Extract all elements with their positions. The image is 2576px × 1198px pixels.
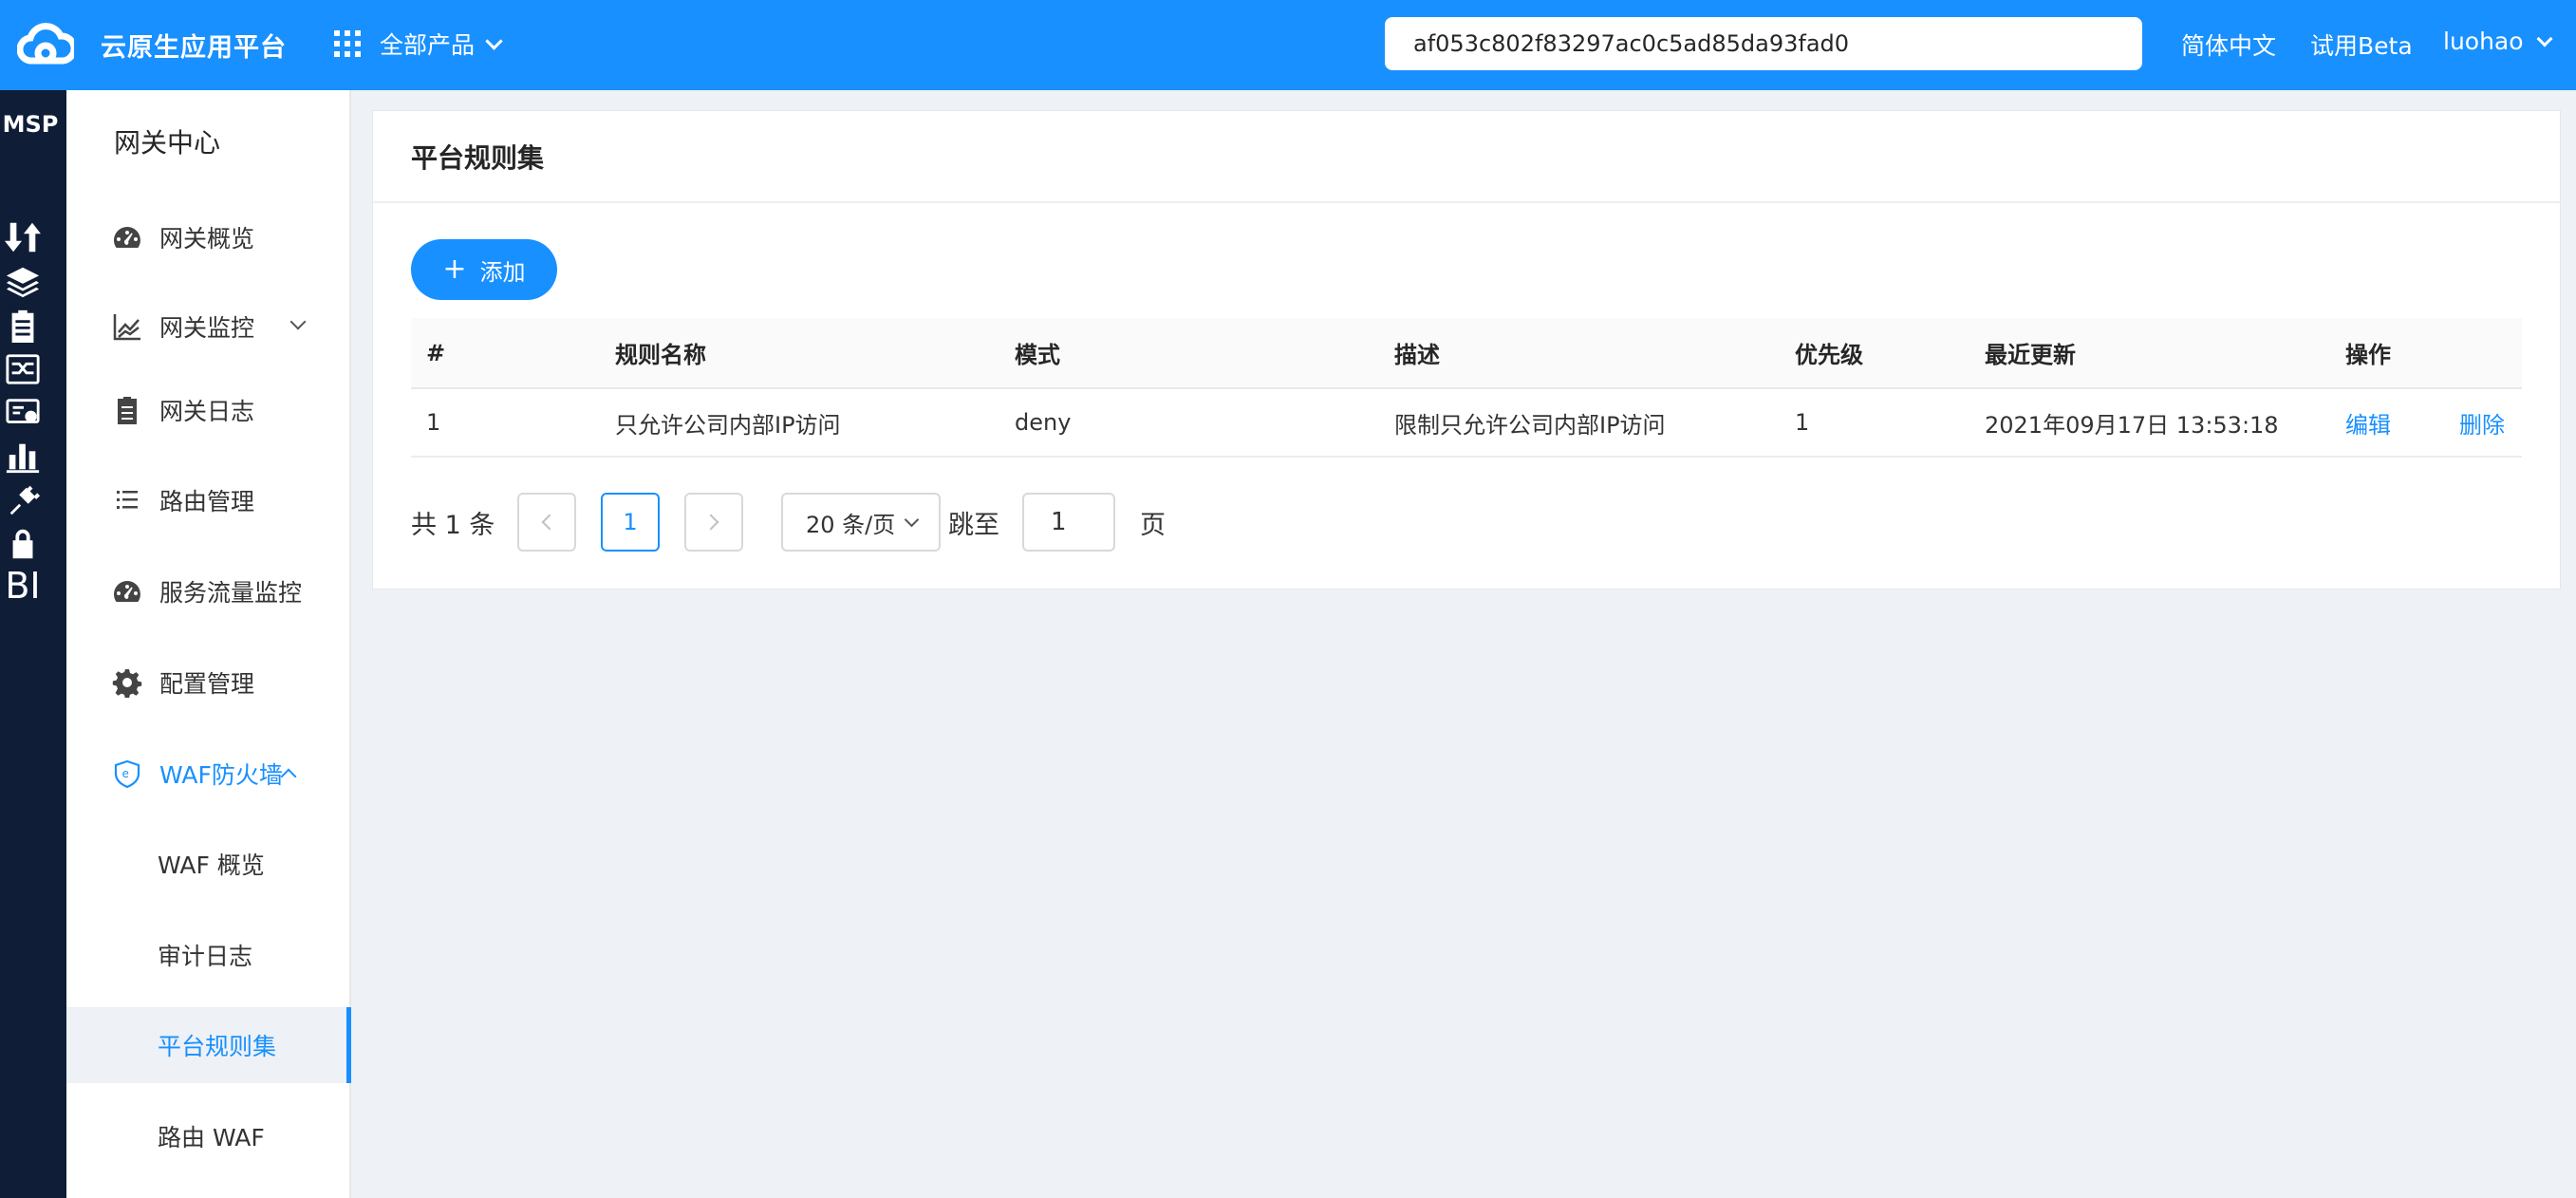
sidebar-item-label: 网关概览	[159, 225, 255, 253]
all-products-menu[interactable]: 全部产品	[334, 27, 503, 61]
jump-label: 跳至	[948, 511, 999, 540]
pagination: 共 1 条 1 20 条/页 跳至 页	[411, 491, 1265, 552]
cloud-logo-icon[interactable]	[16, 21, 78, 68]
sidebar-item-label: 配置管理	[159, 670, 255, 698]
language-switch[interactable]: 简体中文	[2181, 28, 2276, 62]
bar-chart-icon[interactable]	[4, 438, 42, 476]
page-size-select[interactable]: 20 条/页	[781, 493, 941, 552]
column-header-priority: 优先级	[1795, 342, 1863, 368]
dashboard-icon	[110, 220, 144, 254]
line-chart-icon	[110, 309, 144, 344]
gear-icon	[110, 665, 144, 700]
dashboard-icon	[110, 574, 144, 608]
beta-link[interactable]: 试用Beta	[2310, 28, 2413, 62]
page-size-value: 20 条/页	[806, 511, 896, 538]
chevron-up-icon	[280, 768, 297, 785]
jump-page-input[interactable]	[1022, 493, 1115, 552]
pagination-total: 共 1 条	[411, 511, 495, 540]
sidebar-item-label: 路由管理	[159, 488, 255, 515]
rules-card: 平台规则集 + 添加 # 规则名称 模式 描述 优先级 最近更新 操作 1 只允…	[372, 110, 2561, 590]
plus-icon: +	[442, 253, 467, 286]
sidebar-item-gateway-monitor[interactable]: 网关监控	[66, 293, 349, 360]
layers-icon[interactable]	[4, 263, 42, 301]
column-header-name: 规则名称	[615, 342, 706, 368]
add-button-label: 添加	[479, 258, 526, 286]
sidebar-item-service-traffic[interactable]: 服务流量监控	[66, 558, 349, 625]
sidebar-item-label: 网关监控	[159, 314, 255, 342]
rules-table: # 规则名称 模式 描述 优先级 最近更新 操作 1 只允许公司内部IP访问 d…	[411, 318, 2522, 458]
chevron-right-icon	[702, 514, 719, 531]
search-input[interactable]	[1385, 17, 2142, 70]
username: luohao	[2443, 28, 2524, 55]
sidebar-item-gateway-overview[interactable]: 网关概览	[66, 204, 349, 271]
chevron-left-icon	[541, 514, 558, 531]
apps-grid-icon	[334, 30, 361, 57]
app-rail: MSP BI	[0, 90, 66, 1198]
gateway-icon[interactable]	[4, 350, 42, 388]
shield-icon: e	[110, 757, 144, 791]
add-button[interactable]: + 添加	[411, 239, 557, 300]
sidebar-item-label: 服务流量监控	[159, 579, 303, 607]
cell-description: 限制只允许公司内部IP访问	[1394, 411, 1666, 439]
sidebar-item-label: 网关日志	[159, 398, 255, 425]
clipboard-icon[interactable]	[4, 307, 42, 345]
page-unit-label: 页	[1140, 511, 1166, 540]
column-header-description: 描述	[1394, 342, 1440, 368]
sidebar-title: 网关中心	[114, 127, 221, 159]
sidebar: 网关中心 网关概览 网关监控 网关日志 路由管理 服务流量监控 配置管理 e W…	[66, 90, 351, 1198]
chevron-down-icon	[289, 313, 307, 330]
list-icon	[110, 483, 144, 517]
plug-icon[interactable]	[4, 481, 42, 519]
sidebar-item-gateway-logs[interactable]: 网关日志	[66, 377, 349, 443]
delete-link[interactable]: 删除	[2459, 389, 2505, 456]
sidebar-subitem-platform-rules[interactable]: 平台规则集	[66, 1007, 351, 1083]
transfer-icon[interactable]	[4, 218, 42, 256]
sidebar-item-label: WAF防火墙	[159, 761, 283, 789]
log-icon	[110, 393, 144, 427]
chevron-down-icon	[485, 31, 503, 50]
column-header-updated: 最近更新	[1985, 342, 2076, 368]
cell-updated: 2021年09月17日 13:53:18	[1985, 411, 2279, 439]
chevron-down-icon	[2536, 30, 2553, 47]
sidebar-subitem-waf-overview[interactable]: WAF 概览	[66, 831, 349, 897]
page-title: 平台规则集	[373, 111, 2560, 203]
column-header-mode: 模式	[1015, 342, 1060, 368]
lock-icon[interactable]	[4, 525, 42, 563]
msp-logo[interactable]: MSP	[0, 111, 61, 138]
prev-page-button[interactable]	[517, 493, 576, 552]
next-page-button[interactable]	[684, 493, 743, 552]
edit-link[interactable]: 编辑	[2345, 389, 2391, 456]
all-products-label: 全部产品	[380, 31, 476, 59]
sidebar-subitem-route-waf[interactable]: 路由 WAF	[66, 1103, 349, 1170]
sidebar-item-waf[interactable]: e WAF防火墙	[66, 740, 349, 807]
sidebar-subitem-audit-log[interactable]: 审计日志	[66, 922, 349, 988]
sidebar-item-route-management[interactable]: 路由管理	[66, 467, 349, 533]
column-header-actions: 操作	[2345, 342, 2391, 368]
bi-icon[interactable]: BI	[4, 565, 42, 607]
svg-text:e: e	[122, 767, 129, 780]
cell-mode: deny	[1015, 409, 1072, 436]
top-header: 云原生应用平台 全部产品 简体中文 试用Beta luohao	[0, 0, 2576, 90]
sidebar-item-config[interactable]: 配置管理	[66, 649, 349, 716]
chevron-down-icon	[904, 512, 920, 527]
column-header-index: #	[426, 339, 446, 366]
certificate-icon[interactable]	[4, 394, 42, 432]
table-header: # 规则名称 模式 描述 优先级 最近更新 操作	[411, 318, 2522, 389]
cell-name: 只允许公司内部IP访问	[615, 411, 841, 439]
cell-priority: 1	[1795, 409, 1810, 436]
table-row: 1 只允许公司内部IP访问 deny 限制只允许公司内部IP访问 1 2021年…	[411, 389, 2522, 458]
app-title[interactable]: 云原生应用平台	[101, 27, 287, 64]
user-menu[interactable]: luohao	[2443, 28, 2553, 55]
cell-index: 1	[426, 409, 441, 436]
page-button-current[interactable]: 1	[601, 493, 660, 552]
